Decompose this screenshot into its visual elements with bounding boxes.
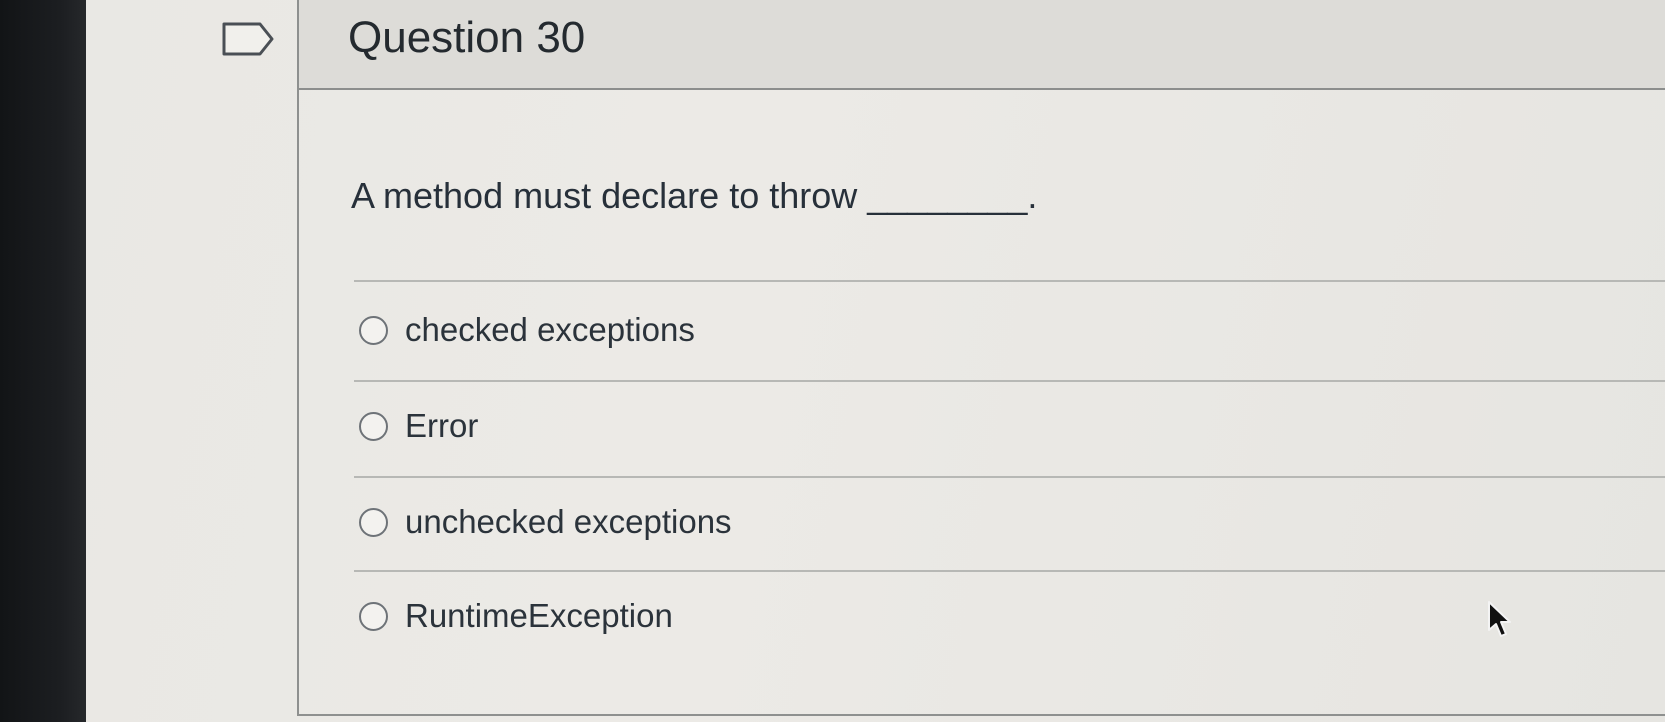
question-header: Question 30 [299,0,1665,90]
answer-label: RuntimeException [405,597,673,634]
answer-divider [354,380,1665,382]
answer-option-unchecked-exceptions[interactable]: unchecked exceptions [359,496,1259,548]
flag-question-icon[interactable] [222,22,274,56]
question-prompt: A method must declare to throw ________. [351,175,1038,216]
answer-option-runtimeexception[interactable]: RuntimeException [359,590,1259,642]
answer-option-error[interactable]: Error [359,400,1259,452]
answer-option-checked-exceptions[interactable]: checked exceptions [359,304,1259,356]
answer-label: unchecked exceptions [405,503,732,540]
question-title: Question 30 [348,13,586,62]
answer-label: checked exceptions [405,311,695,348]
answer-divider [354,570,1665,572]
radio-button[interactable] [359,411,388,441]
answer-divider [354,476,1665,478]
radio-button[interactable] [359,601,388,631]
monitor-bezel [0,0,86,722]
radio-button[interactable] [359,507,388,537]
answer-divider [354,280,1665,282]
radio-button[interactable] [359,315,388,345]
answer-label: Error [405,407,479,444]
question-card: Question 30 A method must declare to thr… [297,0,1665,716]
mouse-pointer-icon [1488,601,1511,637]
